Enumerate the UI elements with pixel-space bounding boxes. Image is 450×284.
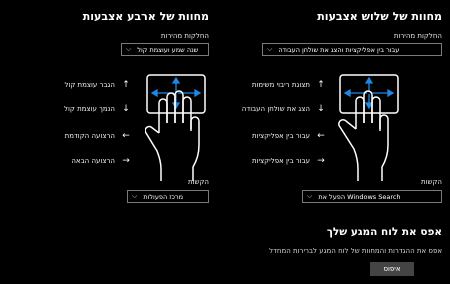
four-row-left-label: הרצועה הקודמת: [64, 132, 115, 140]
four-tap-dropdown[interactable]: מרכז הפעולות ⌵: [127, 190, 209, 203]
four-row-right: → הרצועה הבאה: [71, 156, 131, 166]
three-row-down: ↓ הצג את שולחן העבודה: [242, 104, 326, 114]
chevron-down-icon: ⌵: [267, 45, 273, 53]
four-finger-title: מחוות של ארבע אצבעות: [82, 10, 209, 23]
four-row-left: ← הרצועה הקודמת: [65, 131, 131, 141]
four-row-down-label: הנמך עוצמת קול: [64, 105, 115, 113]
three-tap-value: הפעל את Windows Search: [318, 192, 401, 201]
three-row-right-label: עבור בין אפליקציות: [251, 157, 310, 165]
three-row-left: ← עבור בין אפליקציות: [252, 131, 326, 141]
three-swipes-value: עבור בין אפליקציות והצג את שולחן העבודה: [278, 45, 400, 54]
four-swipes-dropdown[interactable]: שנה שמע ועוצמת קול ⌵: [121, 43, 209, 56]
arrow-down-icon: ↓: [317, 104, 325, 114]
three-row-up-label: תצוגת ריבוי משימות: [251, 81, 310, 89]
three-row-left-label: עבור בין אפליקציות: [251, 132, 310, 140]
three-swipes-dropdown[interactable]: עבור בין אפליקציות והצג את שולחן העבודה …: [262, 43, 442, 56]
four-tap-label: הקשות: [187, 178, 209, 186]
arrow-right-icon: →: [317, 156, 325, 166]
three-tap-dropdown[interactable]: הפעל את Windows Search ⌵: [302, 190, 442, 203]
arrow-down-icon: ↓: [122, 104, 130, 114]
four-row-right-label: הרצועה הבאה: [71, 157, 115, 165]
three-finger-hand-icon: [338, 74, 399, 181]
reset-title: אפס את לוח המגע שלך: [326, 226, 442, 238]
four-finger-hand-icon: [145, 74, 206, 181]
chevron-down-icon: ⌵: [307, 192, 313, 200]
arrow-up-icon: ↑: [122, 80, 130, 90]
four-row-up: ↑ הגבר עוצמת קול: [64, 80, 131, 90]
four-taps-label: החלקות מהירות: [160, 32, 209, 40]
three-taps-label: החלקות מהירות: [393, 32, 442, 40]
four-swipes-value: שנה שמע ועוצמת קול: [137, 45, 199, 54]
three-row-down-label: הצג את שולחן העבודה: [241, 105, 310, 113]
arrow-right-icon: →: [122, 156, 130, 166]
three-finger-title: מחוות של שלוש אצבעות: [317, 10, 442, 23]
four-tap-value: מרכז הפעולות: [143, 192, 184, 201]
chevron-down-icon: ⌵: [132, 192, 138, 200]
four-row-down: ↓ הנמך עוצמת קול: [64, 104, 131, 114]
three-tap-label: הקשות: [420, 178, 442, 186]
three-row-up: ↑ תצוגת ריבוי משימות: [252, 80, 326, 90]
four-row-up-label: הגבר עוצמת קול: [64, 81, 115, 89]
arrow-left-icon: ←: [122, 131, 130, 141]
arrow-left-icon: ←: [317, 131, 325, 141]
reset-button[interactable]: איפוס: [370, 262, 414, 276]
arrow-up-icon: ↑: [317, 80, 325, 90]
three-row-right: → עבור בין אפליקציות: [252, 156, 326, 166]
chevron-down-icon: ⌵: [126, 45, 132, 53]
reset-description: אפס את ההגדרות והמחוות של לוח המגע לבריר…: [269, 247, 442, 255]
